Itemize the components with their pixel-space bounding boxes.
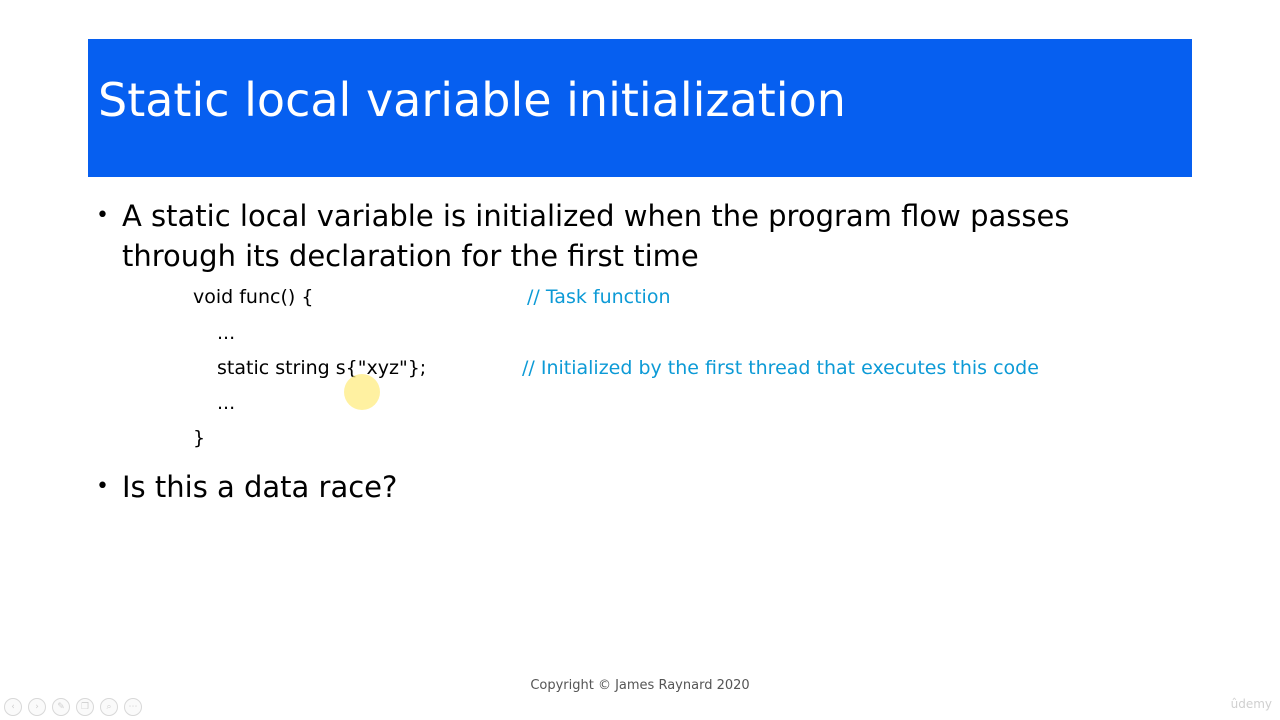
bullet-text: Is this a data race?: [122, 470, 398, 504]
code-line-ellipsis: ...: [217, 392, 236, 414]
code-comment-init: // Initialized by the first thread that …: [522, 357, 1039, 379]
more-icon[interactable]: ⋯: [124, 698, 142, 716]
code-line-ellipsis: ...: [217, 322, 236, 344]
copy-icon[interactable]: ❐: [76, 698, 94, 716]
bullet-icon: •: [96, 474, 109, 499]
slide-title: Static local variable initialization: [98, 73, 846, 127]
cursor-highlight: [344, 374, 380, 410]
slide: Static local variable initialization • A…: [0, 0, 1280, 720]
title-bar: Static local variable initialization: [88, 39, 1192, 177]
code-line-close-brace: }: [193, 427, 206, 449]
player-controls: ‹ › ✎ ❐ ⌕ ⋯: [4, 698, 142, 716]
bullet-icon: •: [96, 203, 109, 228]
code-line-func: void func() {: [193, 286, 314, 308]
prev-icon[interactable]: ‹: [4, 698, 22, 716]
code-line-static-string: static string s{"xyz"};: [217, 357, 427, 379]
udemy-watermark: ûdemy: [1230, 697, 1272, 711]
pen-icon[interactable]: ✎: [52, 698, 70, 716]
zoom-icon[interactable]: ⌕: [100, 698, 118, 716]
code-comment-task: // Task function: [527, 286, 671, 308]
bullet-text: A static local variable is initialized w…: [122, 199, 1070, 273]
next-icon[interactable]: ›: [28, 698, 46, 716]
footer-copyright: Copyright © James Raynard 2020: [530, 678, 750, 693]
